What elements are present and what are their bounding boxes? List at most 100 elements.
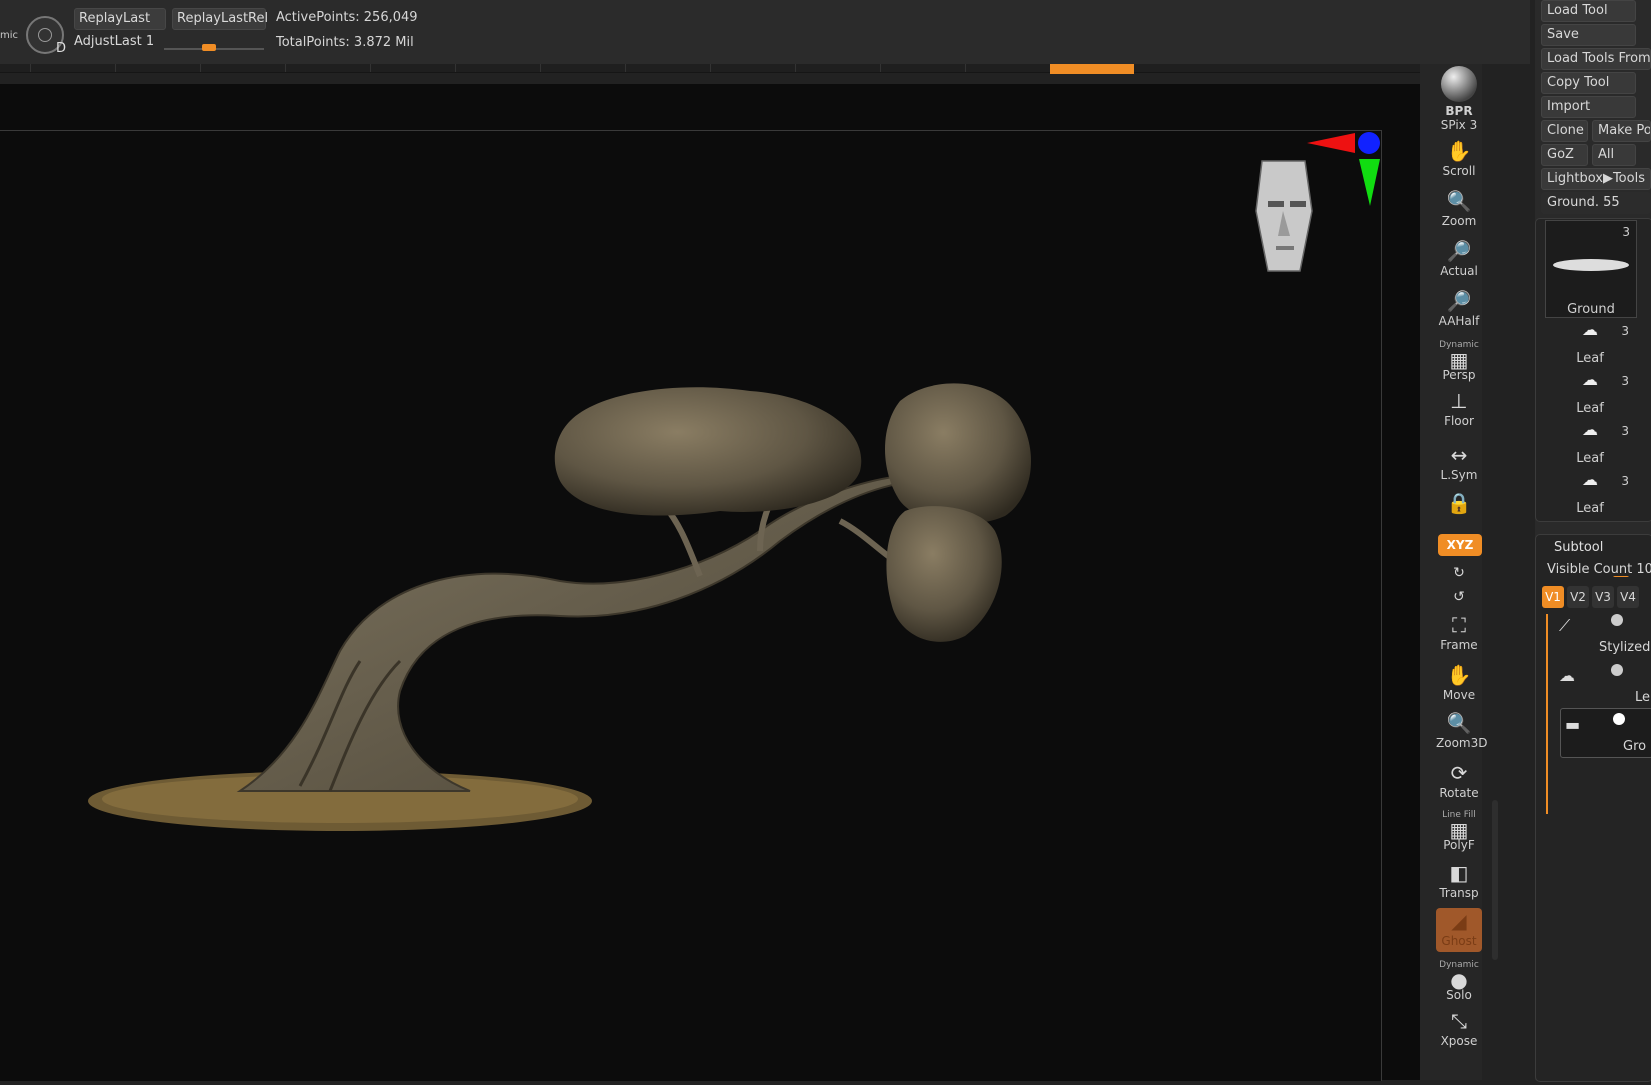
shelf-scrollbar[interactable] [1492, 800, 1498, 960]
leaf-thumb-icon: ☁ [1559, 666, 1575, 685]
axis-gizmo[interactable] [1307, 132, 1380, 206]
visible-count-knob[interactable] [1613, 576, 1629, 577]
import-button[interactable]: Import [1541, 96, 1636, 118]
top-toolbar: mic D ReplayLast ReplayLastRel AdjustLas… [0, 0, 1530, 64]
zoom-button[interactable]: 🔍 Zoom [1436, 188, 1482, 232]
move-button[interactable]: ✋ Move [1436, 662, 1482, 706]
tool-thumb-leaf-4[interactable]: 3 ☁ Leaf [1545, 470, 1635, 516]
adjust-last-slider[interactable]: AdjustLast 1 [74, 34, 264, 54]
subtool-active-bar [1546, 614, 1548, 814]
solo-button[interactable]: Dynamic ● Solo [1436, 958, 1482, 1002]
tool-thumb-leaf-1[interactable]: 3 ☁ Leaf [1545, 320, 1635, 366]
load-tools-from-button[interactable]: Load Tools From [1541, 48, 1651, 70]
rotate-y-button[interactable]: ↻ [1436, 560, 1482, 582]
subtool-item-stylized[interactable]: ⟋ Stylized [1553, 612, 1651, 656]
bonsai-model[interactable] [0, 131, 1381, 1081]
bpr-sphere-icon [1441, 66, 1477, 102]
rotate-z-icon: ↺ [1453, 589, 1465, 605]
floor-button[interactable]: ⊥ Floor [1436, 388, 1482, 432]
spix-label: SPix 3 [1440, 118, 1478, 132]
timeline-ruler[interactable] [0, 64, 1420, 74]
bpr-label: BPR [1445, 104, 1473, 118]
save-button[interactable]: Save [1541, 24, 1636, 46]
solo-icon: ● [1450, 968, 1468, 992]
subtool-item-ground[interactable]: ▬ Gro [1560, 708, 1651, 758]
rotate-y-icon: ↻ [1453, 565, 1465, 581]
magnifier-half-icon: 🔎 [1446, 289, 1472, 313]
y-axis-arrow [1359, 159, 1380, 206]
replay-last-button[interactable]: ReplayLast [74, 8, 166, 30]
tool-thumb-ground[interactable]: 3 Ground [1545, 220, 1637, 318]
all-button[interactable]: All [1592, 144, 1636, 166]
lsym-button[interactable]: ↔ L.Sym [1436, 442, 1482, 486]
ghost-icon: ◢ [1451, 909, 1467, 933]
clone-button[interactable]: Clone [1541, 120, 1588, 142]
adjust-last-value: 1 [145, 34, 155, 49]
current-tool-label: Ground. 55 [1541, 192, 1651, 214]
tool-thumb-leaf-3[interactable]: 3 ☁ Leaf [1545, 420, 1635, 466]
tool-thumb-leaf-2[interactable]: 3 ☁ Leaf [1545, 370, 1635, 416]
floor-icon: ⊥ [1450, 389, 1468, 413]
tab-v4[interactable]: V4 [1617, 586, 1639, 608]
rotate-icon: ⟳ [1450, 761, 1468, 785]
symmetry-icon: ↔ [1450, 443, 1468, 467]
tree-trunk [236, 474, 904, 792]
polyf-button[interactable]: Line Fill ▦ PolyF [1436, 808, 1482, 852]
tab-v3[interactable]: V3 [1592, 586, 1614, 608]
bpr-button[interactable]: BPR SPix 3 [1436, 64, 1482, 132]
ground-thumb-icon [1553, 259, 1629, 271]
aahalf-button[interactable]: 🔎 AAHalf [1436, 288, 1482, 332]
tree-thumb-icon: ⟋ [1559, 616, 1571, 635]
slider-knob[interactable] [202, 44, 216, 51]
visibility-toggle-icon[interactable] [1611, 614, 1623, 626]
timeline-marker[interactable] [1050, 64, 1134, 74]
frame-icon: ⛶ [1452, 613, 1466, 637]
ground-thumb-icon: ▬ [1565, 715, 1581, 734]
hand-icon: ✋ [1446, 139, 1472, 163]
subtool-title[interactable]: Subtool [1554, 540, 1603, 555]
visibility-toggle-icon[interactable] [1613, 713, 1625, 725]
foliage-cluster-3 [886, 506, 1002, 642]
make-polymesh-button[interactable]: Make Po [1592, 120, 1651, 142]
lightbox-tools-button[interactable]: Lightbox▶Tools [1541, 168, 1651, 190]
visible-count-slider[interactable]: Visible Count 10 [1547, 562, 1651, 577]
z-axis-dot [1358, 132, 1380, 154]
total-points: TotalPoints: 3.872 Mil [276, 35, 414, 50]
load-tool-button[interactable]: Load Tool [1541, 0, 1636, 22]
xpose-button[interactable]: ⤡ Xpose [1436, 1008, 1482, 1052]
transp-button[interactable]: ◧ Transp [1436, 860, 1482, 904]
xyz-button[interactable]: XYZ [1438, 534, 1482, 556]
visibility-toggle-icon[interactable] [1611, 664, 1623, 676]
replay-last-rel-button[interactable]: ReplayLastRel [172, 8, 268, 30]
active-points: ActivePoints: 256,049 [276, 10, 418, 25]
ghost-button[interactable]: ◢ Ghost [1436, 908, 1482, 952]
rotate-z-button[interactable]: ↺ [1436, 584, 1482, 606]
magnifier-icon: 🔍 [1446, 189, 1472, 213]
xpose-icon: ⤡ [1451, 1009, 1467, 1033]
frame-button[interactable]: ⛶ Frame [1436, 612, 1482, 656]
tab-v2[interactable]: V2 [1567, 586, 1589, 608]
draw-mode-button[interactable]: D [26, 16, 66, 56]
rotate-button[interactable]: ⟳ Rotate [1436, 760, 1482, 804]
subtool-item-leaf[interactable]: ☁ Le [1553, 662, 1651, 706]
d-label: D [55, 41, 66, 56]
navigation-head-gizmo[interactable] [1255, 160, 1313, 272]
zoom3d-icon: 🔍 [1446, 711, 1472, 735]
persp-button[interactable]: Dynamic ▦ Persp [1436, 338, 1482, 382]
grid-icon: ▦ [1449, 348, 1469, 372]
foliage-cluster-1 [554, 387, 862, 516]
adjust-last-label: AdjustLast [74, 34, 142, 49]
document-viewport[interactable] [0, 130, 1382, 1081]
tab-v1[interactable]: V1 [1542, 586, 1564, 608]
x-axis-arrow [1307, 133, 1355, 153]
polyframe-icon: ▦ [1449, 818, 1469, 842]
goz-button[interactable]: GoZ [1541, 144, 1588, 166]
dynamic-label: mic [0, 30, 19, 41]
actual-button[interactable]: 🔎 Actual [1436, 238, 1482, 282]
lock-button[interactable]: 🔒 [1436, 490, 1482, 526]
lock-icon: 🔒 [1446, 491, 1472, 515]
foliage-cluster-2 [885, 383, 1032, 525]
zoom3d-button[interactable]: 🔍 Zoom3D [1436, 710, 1487, 754]
scroll-button[interactable]: ✋ Scroll [1436, 138, 1482, 182]
copy-tool-button[interactable]: Copy Tool [1541, 72, 1636, 94]
